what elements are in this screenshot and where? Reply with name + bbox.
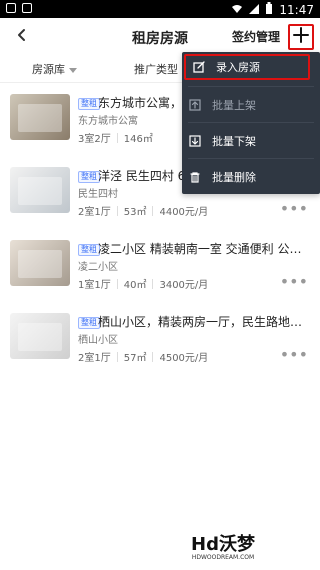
listing-layout: 3室2厅	[78, 134, 111, 145]
add-button[interactable]	[288, 24, 314, 50]
listing-badge: 整租	[78, 317, 100, 329]
watermark-main: Hd沃梦	[191, 533, 255, 555]
listing-community: 栖山小区	[78, 335, 118, 346]
listing-area: 40㎡	[123, 280, 147, 291]
menu-item-enter-listing[interactable]: 录入房源	[184, 54, 310, 80]
listing-meta: 2室1厅 53㎡ 4400元/月	[78, 203, 208, 218]
meta-separator	[116, 205, 118, 216]
more-options-button[interactable]: •••	[280, 347, 308, 363]
menu-item-label: 批量删除	[212, 171, 256, 184]
listing-title: 栖山小区，精装两房一厅，民生路地铁口 ...	[98, 315, 308, 329]
watermark: Hd沃梦 HDWOODREAM.COM	[188, 528, 258, 562]
meta-separator	[116, 132, 118, 143]
signal-icon	[249, 3, 260, 17]
trash-icon	[188, 170, 202, 184]
listing-layout: 1室1厅	[78, 280, 111, 291]
menu-item-batch-unlist[interactable]: 批量下架	[182, 126, 320, 156]
listing-thumbnail	[10, 313, 70, 359]
listing-badge: 整租	[78, 244, 100, 256]
listing-thumbnail	[10, 167, 70, 213]
caret-down-icon	[69, 67, 77, 73]
listing-item[interactable]: 整租 栖山小区，精装两房一厅，民生路地铁口 ... 栖山小区 2室1厅 57㎡ …	[0, 307, 320, 380]
listing-layout: 2室1厅	[78, 353, 111, 364]
edit-icon	[192, 60, 206, 74]
menu-item-batch-delete[interactable]: 批量删除	[182, 162, 320, 192]
listing-area: 57㎡	[123, 353, 147, 364]
listing-area: 53㎡	[123, 207, 147, 218]
listing-thumbnail	[10, 240, 70, 286]
download-icon	[188, 134, 202, 148]
menu-item-label: 批量下架	[212, 135, 256, 148]
listing-price: 3400元/月	[159, 280, 209, 291]
listing-badge: 整租	[78, 98, 100, 110]
filter-label: 推广类型	[134, 63, 178, 76]
listing-badge: 整租	[78, 171, 100, 183]
menu-separator	[188, 158, 314, 159]
menu-separator	[188, 122, 314, 123]
listing-meta: 3室2厅 146㎡	[78, 130, 153, 145]
more-options-button[interactable]: •••	[280, 201, 308, 217]
meta-separator	[152, 278, 154, 289]
listing-layout: 2室1厅	[78, 207, 111, 218]
filter-house-library[interactable]: 房源库	[32, 61, 77, 77]
notification-icon-2	[22, 3, 32, 13]
listing-meta: 2室1厅 57㎡ 4500元/月	[78, 349, 208, 364]
status-right: 11:47	[231, 2, 314, 17]
meta-separator	[152, 351, 154, 362]
menu-item-label: 录入房源	[216, 61, 260, 74]
filter-label: 房源库	[32, 63, 65, 76]
listing-meta: 1室1厅 40㎡ 3400元/月	[78, 276, 208, 291]
listing-community: 凌二小区	[78, 262, 118, 273]
sign-management-link[interactable]: 签约管理	[232, 28, 280, 45]
listing-community: 东方城市公寓	[78, 116, 138, 127]
listing-title: 凌二小区 精装朝南一室 交通便利 公交直达...	[98, 242, 308, 256]
more-options-button[interactable]: •••	[280, 274, 308, 290]
listing-price: 4400元/月	[159, 207, 209, 218]
app-bar: 租房房源 签约管理	[0, 18, 320, 54]
listing-community: 民生四村	[78, 189, 118, 200]
upload-icon	[188, 98, 202, 112]
watermark-sub: HDWOODREAM.COM	[191, 553, 255, 561]
notification-icon	[6, 3, 16, 13]
meta-separator	[116, 278, 118, 289]
meta-separator	[116, 351, 118, 362]
add-dropdown-menu: 录入房源 批量上架 批量下架 批量删除	[182, 52, 320, 194]
listing-area: 146㎡	[123, 134, 153, 145]
listing-price: 4500元/月	[159, 353, 209, 364]
menu-item-batch-list[interactable]: 批量上架	[182, 90, 320, 120]
listing-thumbnail	[10, 94, 70, 140]
menu-separator	[188, 86, 314, 87]
battery-icon	[265, 2, 273, 17]
status-left-icons	[6, 3, 32, 13]
status-bar: 11:47	[0, 0, 320, 18]
menu-item-label: 批量上架	[212, 99, 256, 112]
status-time: 11:47	[279, 2, 314, 17]
plus-icon	[293, 27, 309, 47]
wifi-icon	[231, 3, 243, 17]
listing-item[interactable]: 整租 凌二小区 精装朝南一室 交通便利 公交直达... 凌二小区 1室1厅 40…	[0, 234, 320, 307]
meta-separator	[152, 205, 154, 216]
